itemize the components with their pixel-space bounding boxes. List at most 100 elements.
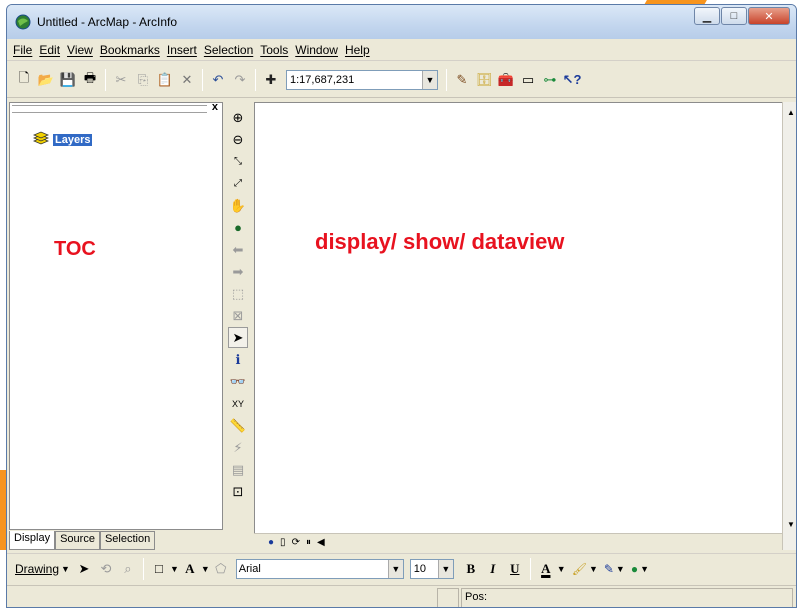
- font-size-combo[interactable]: 10 ▼: [409, 558, 454, 579]
- tab-source[interactable]: Source: [55, 531, 100, 550]
- scroll-left-icon[interactable]: ◀: [317, 537, 325, 548]
- fixed-zoom-out-icon[interactable]: ⤢: [228, 173, 248, 194]
- chevron-down-icon[interactable]: ▼: [640, 564, 649, 574]
- zoom-to-elements-icon[interactable]: ⌕: [117, 558, 139, 580]
- editor-toolbar-icon[interactable]: ✎: [451, 69, 473, 91]
- fixed-zoom-in-icon[interactable]: ⤡: [228, 151, 248, 172]
- chevron-down-icon[interactable]: ▼: [437, 559, 453, 578]
- data-view-toggle-icon[interactable]: ●: [268, 537, 274, 548]
- italic-button[interactable]: I: [482, 561, 504, 577]
- select-elements-arrow-icon[interactable]: ➤: [228, 327, 248, 348]
- close-button[interactable]: ✕: [748, 7, 790, 25]
- pause-drawing-icon[interactable]: ⏸: [306, 537, 311, 548]
- panel-close-icon[interactable]: x: [212, 101, 218, 113]
- font-color-button[interactable]: A: [535, 561, 557, 577]
- drawing-menu[interactable]: Drawing: [15, 562, 59, 576]
- status-segment: [461, 588, 793, 607]
- layout-view-toggle-icon[interactable]: ▯: [280, 537, 286, 548]
- vertical-scrollbar[interactable]: ▲ ▼: [782, 102, 796, 550]
- go-to-xy-icon[interactable]: XY: [228, 393, 248, 414]
- rotate-icon[interactable]: ⟲: [95, 558, 117, 580]
- maximize-button[interactable]: □: [721, 7, 747, 25]
- cut-icon[interactable]: ✂: [110, 69, 132, 91]
- chevron-down-icon[interactable]: ▼: [387, 559, 403, 578]
- menu-selection[interactable]: Selection: [204, 43, 253, 57]
- scroll-down-icon[interactable]: ▼: [783, 516, 796, 532]
- chevron-down-icon[interactable]: ▼: [201, 564, 210, 574]
- command-line-icon[interactable]: ▭: [517, 69, 539, 91]
- menu-insert[interactable]: Insert: [167, 43, 197, 57]
- tools-toolbar: ⊕ ⊖ ⤡ ⤢ ✋ ● ⬅ ➡ ⬚ ⊠ ➤ ℹ 👓 XY 📏 ⚡ ▤ ⊡: [227, 107, 249, 547]
- chevron-down-icon[interactable]: ▼: [61, 564, 70, 574]
- chevron-down-icon[interactable]: ▼: [170, 564, 179, 574]
- model-builder-icon[interactable]: ⊶: [539, 69, 561, 91]
- arcmap-globe-icon: [15, 14, 31, 30]
- tab-display[interactable]: Display: [9, 531, 56, 550]
- layers-data-frame[interactable]: Layers: [32, 131, 93, 148]
- save-icon[interactable]: 💾: [57, 69, 79, 91]
- menu-file[interactable]: File: [13, 43, 32, 57]
- toc-annotation: TOC: [54, 238, 96, 260]
- time-slider-icon[interactable]: ⊡: [228, 481, 248, 502]
- scroll-up-icon[interactable]: ▲: [783, 104, 796, 120]
- hyperlink-icon[interactable]: ⚡: [228, 437, 248, 458]
- chevron-down-icon[interactable]: ▼: [616, 564, 625, 574]
- undo-icon[interactable]: ↶: [207, 69, 229, 91]
- select-elements-icon[interactable]: ➤: [73, 558, 95, 580]
- edit-vertices-icon[interactable]: ⬠: [210, 558, 232, 580]
- delete-icon[interactable]: ✕: [176, 69, 198, 91]
- measure-icon[interactable]: 📏: [228, 415, 248, 436]
- view-toggle-strip: ● ▯ ⟳ ⏸ ◀: [254, 533, 782, 551]
- data-view[interactable]: display/ show/ dataview: [254, 102, 782, 533]
- select-features-icon[interactable]: ⬚: [228, 283, 248, 304]
- font-size-value: 10: [413, 562, 427, 575]
- open-folder-icon[interactable]: 📂: [35, 69, 57, 91]
- window-title: Untitled - ArcMap - ArcInfo: [37, 15, 178, 29]
- menu-edit[interactable]: Edit: [39, 43, 60, 57]
- bold-button[interactable]: B: [460, 561, 482, 577]
- chevron-down-icon[interactable]: ▼: [589, 564, 598, 574]
- print-icon[interactable]: 🖶: [79, 69, 101, 91]
- arctoolbox-icon[interactable]: 🧰: [495, 69, 517, 91]
- tab-selection[interactable]: Selection: [99, 531, 156, 550]
- copy-icon[interactable]: ⎘: [132, 69, 154, 91]
- menu-tools[interactable]: Tools: [260, 43, 288, 57]
- menu-bookmarks[interactable]: Bookmarks: [100, 43, 160, 57]
- whats-this-help-icon[interactable]: ↖?: [561, 69, 583, 91]
- html-popup-icon[interactable]: ▤: [228, 459, 248, 480]
- zoom-out-icon[interactable]: ⊖: [228, 129, 248, 150]
- paste-icon[interactable]: 📋: [154, 69, 176, 91]
- find-binoculars-icon[interactable]: 👓: [228, 371, 248, 392]
- pan-hand-icon[interactable]: ✋: [228, 195, 248, 216]
- line-color-icon[interactable]: ✎: [604, 562, 614, 576]
- minimize-button[interactable]: ▁: [694, 7, 720, 25]
- identify-icon[interactable]: ℹ: [228, 349, 248, 370]
- zoom-in-icon[interactable]: ⊕: [228, 107, 248, 128]
- marker-color-icon[interactable]: ●: [631, 562, 638, 576]
- redo-icon[interactable]: ↷: [229, 69, 251, 91]
- menu-view[interactable]: View: [67, 43, 93, 57]
- map-scale-combo[interactable]: 1:17,687,231 ▼: [286, 69, 438, 90]
- forward-arrow-icon[interactable]: ➡: [228, 261, 248, 282]
- chevron-down-icon[interactable]: ▼: [557, 564, 566, 574]
- arccatalog-icon[interactable]: 🗄: [473, 69, 495, 91]
- menu-window[interactable]: Window: [295, 43, 338, 57]
- standard-toolbar: 🗋 📂 💾 🖶 ✂ ⎘ 📋 ✕ ↶ ↷ ✚ 1:17,687,231 ▼ ✎ 🗄…: [7, 62, 796, 98]
- add-data-icon[interactable]: ✚: [260, 69, 282, 91]
- panel-grip[interactable]: [12, 105, 207, 113]
- clear-selection-icon[interactable]: ⊠: [228, 305, 248, 326]
- layers-label[interactable]: Layers: [53, 133, 93, 146]
- back-arrow-icon[interactable]: ⬅: [228, 239, 248, 260]
- menu-help[interactable]: Help: [345, 43, 370, 57]
- new-text-icon[interactable]: A: [179, 558, 201, 580]
- new-document-icon[interactable]: 🗋: [13, 69, 35, 91]
- rectangle-icon[interactable]: □: [148, 558, 170, 580]
- chevron-down-icon[interactable]: ▼: [422, 70, 437, 89]
- full-extent-globe-icon[interactable]: ●: [228, 217, 248, 238]
- underline-button[interactable]: U: [504, 561, 526, 577]
- drawing-toolbar: Drawing ▼ ➤ ⟲ ⌕ □ ▼ A ▼ ⬠ Arial ▼ 10 ▼ B…: [7, 553, 796, 583]
- refresh-icon[interactable]: ⟳: [292, 537, 300, 548]
- font-name-combo[interactable]: Arial ▼: [235, 558, 404, 579]
- fill-color-icon[interactable]: 🖌: [572, 562, 587, 576]
- title-bar[interactable]: Untitled - ArcMap - ArcInfo ▁ □ ✕: [7, 5, 796, 39]
